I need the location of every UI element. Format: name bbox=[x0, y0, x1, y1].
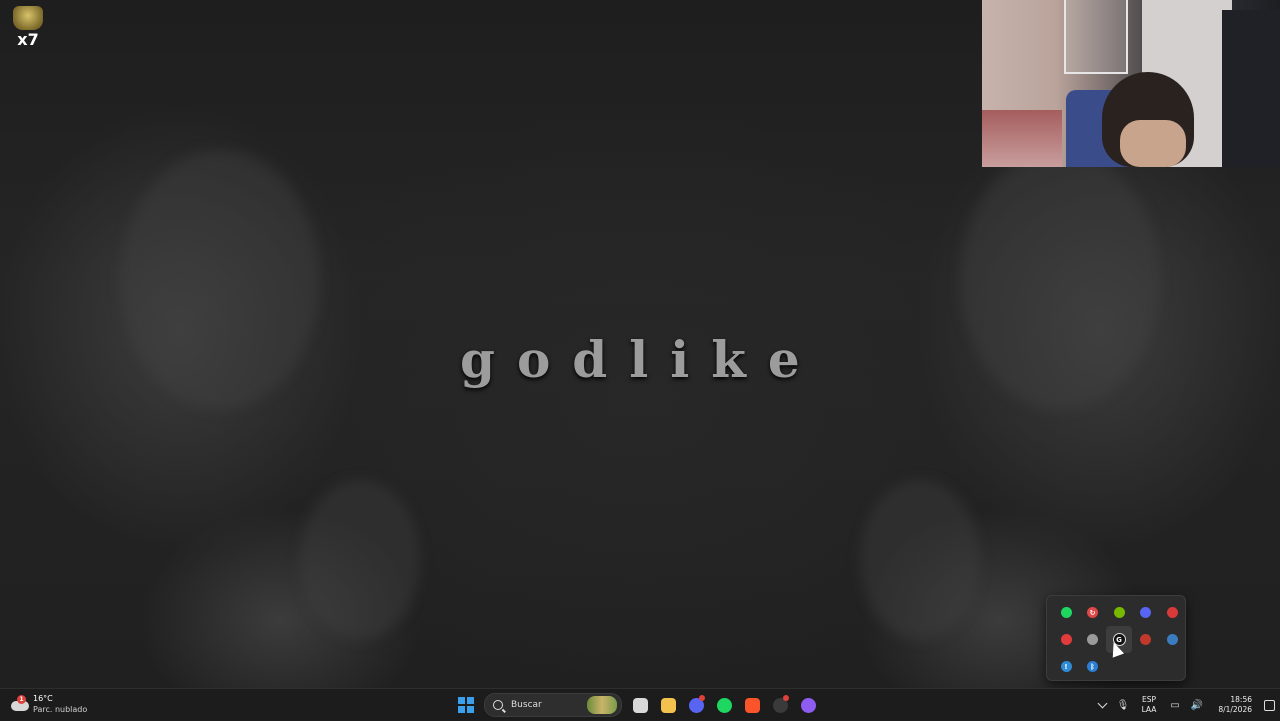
language-indicator[interactable]: ESP LAA bbox=[1134, 695, 1164, 715]
game-controller-icon bbox=[1140, 634, 1151, 645]
tray-item[interactable] bbox=[1053, 626, 1079, 653]
spotify-icon bbox=[1060, 607, 1072, 618]
search-placeholder: Buscar bbox=[511, 700, 542, 710]
task-view-icon bbox=[632, 697, 648, 713]
taskbar: 1 16°C Parc. nublado Buscar 🎙 ESP LAA ▭ … bbox=[0, 688, 1280, 721]
tray-item[interactable] bbox=[1133, 626, 1159, 653]
brave-icon bbox=[744, 697, 760, 713]
clock[interactable]: 18:56 8/1/2026 bbox=[1208, 695, 1252, 715]
spotify-icon bbox=[716, 697, 732, 713]
tray-item[interactable]: ᛒ bbox=[1080, 653, 1106, 680]
cloud-icon: 1 bbox=[10, 695, 30, 713]
clock-time: 18:56 bbox=[1230, 695, 1252, 704]
volume-icon[interactable]: 🔊 bbox=[1186, 700, 1208, 711]
sync-icon: ↻ bbox=[1087, 607, 1098, 618]
globe-icon bbox=[1087, 634, 1098, 645]
weather-temperature: 16°C bbox=[33, 694, 53, 703]
search-icon bbox=[493, 700, 503, 710]
keyboard-layout: LAA bbox=[1141, 705, 1157, 714]
circle-app-icon bbox=[800, 697, 816, 713]
spotify-taskbar-button[interactable] bbox=[710, 692, 738, 718]
notification-dot bbox=[783, 695, 789, 701]
hidden-icons-flyout: ↻ G! ᛒ bbox=[1046, 595, 1186, 681]
obs-taskbar-button[interactable] bbox=[766, 692, 794, 718]
mic-icon bbox=[1166, 607, 1178, 618]
search-highlight-image bbox=[587, 696, 617, 714]
discord-icon bbox=[1140, 607, 1151, 618]
wallpaper-title: godlike bbox=[460, 330, 822, 389]
warning-app-icon: ! bbox=[1060, 661, 1072, 672]
chevron-up-icon bbox=[1097, 698, 1107, 709]
task-view-taskbar-button[interactable] bbox=[626, 692, 654, 718]
search-box[interactable]: Buscar bbox=[484, 693, 622, 717]
circle-app-taskbar-button[interactable] bbox=[794, 692, 822, 718]
webcam-overlay bbox=[982, 0, 1280, 167]
tray-item[interactable] bbox=[1053, 599, 1079, 626]
weather-widget[interactable]: 1 16°C Parc. nublado bbox=[10, 693, 87, 715]
network-icon[interactable]: ▭ bbox=[1164, 700, 1186, 711]
shortcut-image bbox=[13, 6, 43, 30]
discord-taskbar-button[interactable] bbox=[682, 692, 710, 718]
tray-item[interactable] bbox=[1159, 599, 1185, 626]
tray-item[interactable]: ↻ bbox=[1080, 599, 1106, 626]
file-explorer-taskbar-button[interactable] bbox=[654, 692, 682, 718]
notifications-button[interactable] bbox=[1258, 699, 1280, 711]
file-explorer-icon bbox=[660, 697, 676, 713]
language-code: ESP bbox=[1141, 695, 1157, 704]
tray-item[interactable] bbox=[1133, 599, 1159, 626]
microphone-icon[interactable]: 🎙 bbox=[1112, 700, 1134, 711]
show-hidden-icons-button[interactable] bbox=[1092, 689, 1112, 721]
notification-icon bbox=[1263, 699, 1275, 711]
tray-item[interactable] bbox=[1159, 626, 1185, 653]
tray-item[interactable]: ! bbox=[1053, 653, 1079, 680]
weather-condition: Parc. nublado bbox=[33, 705, 88, 714]
notification-dot bbox=[699, 695, 705, 701]
desktop-shortcut[interactable]: x7 bbox=[10, 4, 46, 58]
start-button[interactable] bbox=[452, 692, 480, 718]
brave-taskbar-button[interactable] bbox=[738, 692, 766, 718]
steam-icon bbox=[1166, 634, 1178, 645]
weather-badge: 1 bbox=[17, 695, 26, 704]
shortcut-label: x7 bbox=[17, 30, 39, 49]
nvidia-icon bbox=[1113, 607, 1125, 618]
tray-item[interactable] bbox=[1080, 626, 1106, 653]
windows-logo-icon bbox=[458, 697, 474, 713]
bluetooth-icon: ᛒ bbox=[1087, 661, 1098, 672]
tray-item[interactable] bbox=[1106, 599, 1132, 626]
record-icon bbox=[1060, 634, 1072, 645]
clock-date: 8/1/2026 bbox=[1218, 705, 1252, 714]
